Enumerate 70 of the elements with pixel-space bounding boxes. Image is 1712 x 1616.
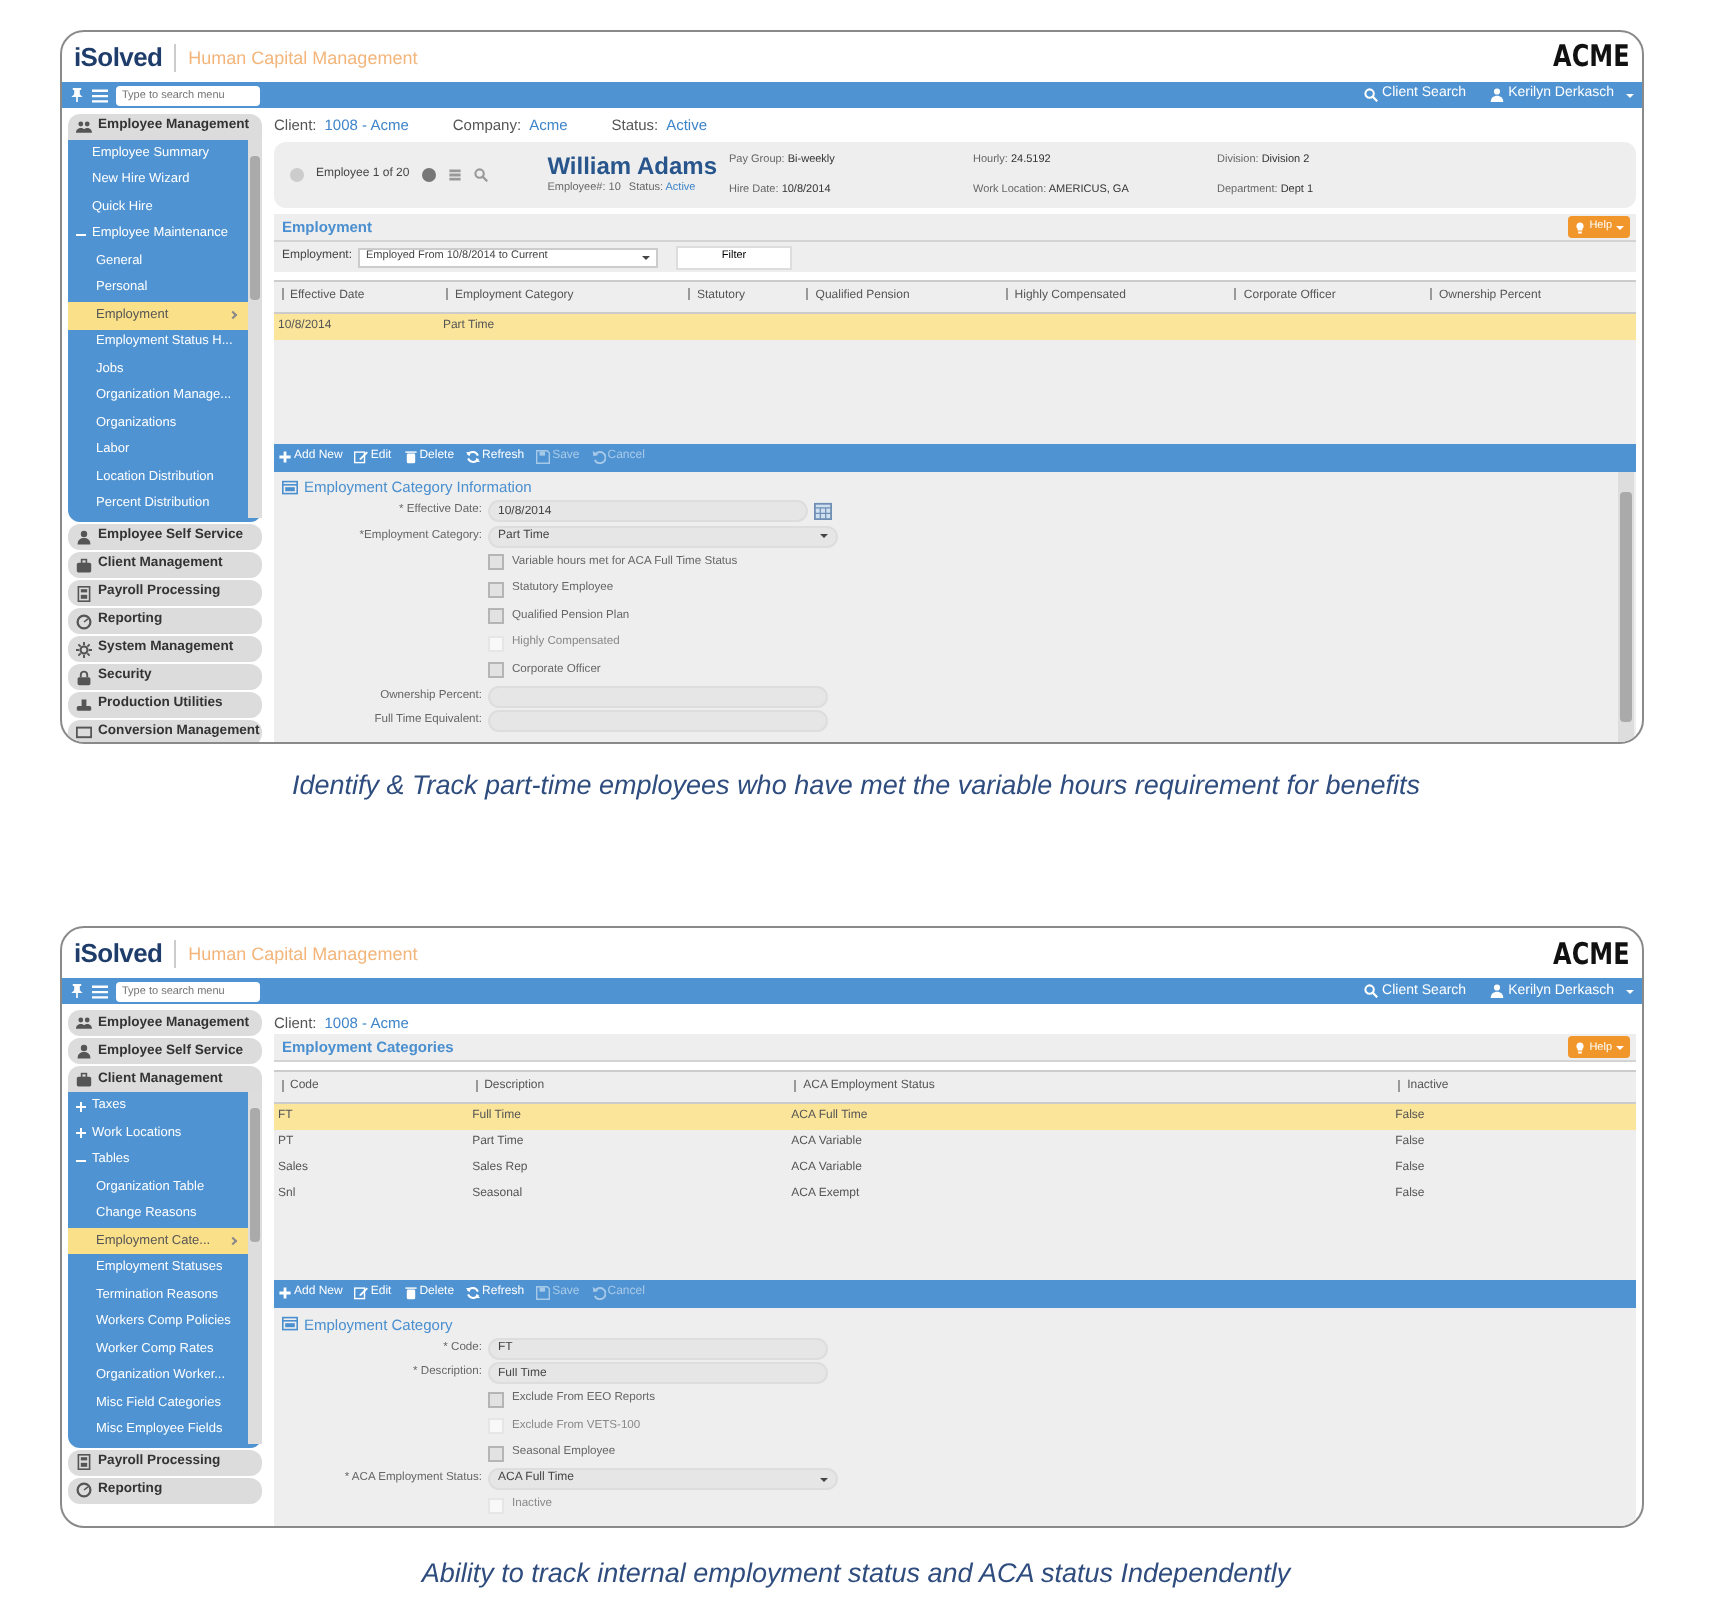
checkbox[interactable]	[488, 1445, 504, 1461]
product-name: Human Capital Management	[174, 43, 418, 71]
checkbox[interactable]	[488, 662, 504, 679]
calendar-icon	[814, 502, 832, 521]
pencil-icon	[354, 1286, 369, 1301]
checkbox[interactable]	[488, 1391, 504, 1407]
checkbox[interactable]	[488, 581, 504, 598]
calculator-icon	[76, 585, 92, 601]
pencil-icon	[354, 450, 369, 464]
caret-icon	[1616, 225, 1624, 229]
client-logo: ACME	[1553, 36, 1630, 79]
person-icon	[76, 1043, 92, 1060]
scrollbar[interactable]	[248, 140, 262, 518]
previous-button[interactable]	[290, 168, 304, 182]
caption: Ability to track internal employment status and ACA status Independently	[418, 1556, 1294, 1593]
person-icon	[1490, 984, 1505, 999]
briefcase-icon	[76, 1071, 92, 1088]
gauge-icon	[76, 1482, 92, 1499]
window-icon	[282, 480, 298, 496]
caret-icon	[1626, 93, 1634, 97]
menu-icon	[92, 983, 108, 1000]
list-icon	[447, 168, 462, 182]
caret-icon	[1626, 989, 1634, 994]
caret-icon	[642, 255, 651, 259]
floppy-icon	[536, 450, 551, 464]
search-icon	[1364, 88, 1379, 102]
people-icon	[76, 1015, 92, 1032]
product-name: Human Capital Management	[174, 939, 418, 968]
checkbox[interactable]	[488, 608, 504, 625]
people-icon	[76, 119, 92, 135]
gear-icon	[76, 641, 92, 657]
stamp-icon	[76, 697, 92, 713]
window-icon	[282, 1316, 298, 1333]
caret-icon	[1616, 1045, 1624, 1050]
refresh-icon	[466, 1286, 481, 1301]
undo-icon	[591, 450, 606, 464]
calculator-icon	[76, 1454, 92, 1471]
undo-icon	[591, 1286, 606, 1301]
bulb-icon	[1573, 1041, 1586, 1054]
scrollbar[interactable]	[248, 1092, 262, 1444]
brand-logo: iSolved	[74, 936, 163, 972]
pin-icon	[70, 88, 84, 102]
search-icon	[473, 168, 488, 182]
caret-icon	[820, 1477, 828, 1481]
search-icon	[1364, 984, 1379, 999]
caption: Identify & Track part-time employees who have met the variable hours requirement for benefits	[289, 768, 1422, 804]
next-button[interactable]	[421, 168, 436, 182]
lock-icon	[76, 669, 92, 685]
floppy-icon	[536, 1286, 551, 1301]
bulb-icon	[1573, 221, 1586, 233]
client-logo: ACME	[1553, 933, 1630, 975]
briefcase-icon	[76, 557, 92, 573]
person-icon	[76, 529, 92, 545]
gauge-icon	[76, 613, 92, 629]
plus-icon	[278, 450, 292, 464]
plus-icon	[278, 1286, 292, 1301]
menu-icon	[92, 87, 108, 103]
caret-icon	[820, 534, 828, 539]
monitor-icon	[76, 725, 92, 741]
employee-name: William Adams	[547, 153, 718, 180]
trash-icon	[403, 1286, 418, 1301]
checkbox[interactable]	[488, 554, 504, 571]
brand-logo: iSolved	[74, 39, 163, 76]
refresh-icon	[466, 450, 481, 464]
scrollbar[interactable]	[1618, 471, 1634, 742]
person-icon	[1490, 88, 1505, 102]
pin-icon	[70, 984, 84, 999]
chevron-icon	[228, 311, 238, 320]
chevron-icon	[228, 1236, 238, 1246]
trash-icon	[403, 450, 418, 464]
